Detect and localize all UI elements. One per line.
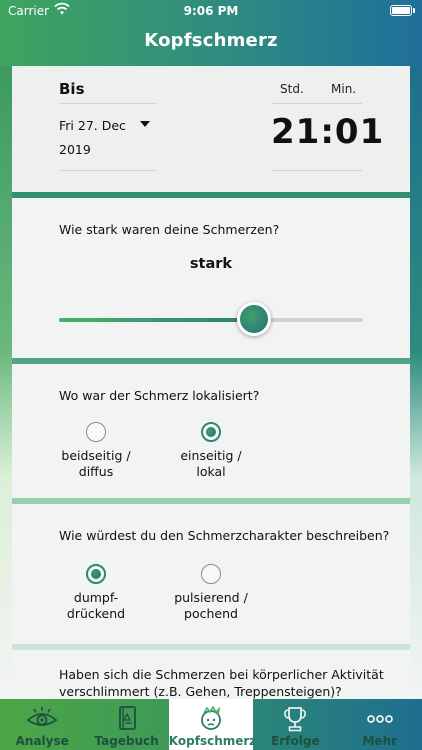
option-label-line: diffus xyxy=(78,464,114,479)
character-option-dull[interactable]: dumpf- drückend xyxy=(41,564,151,622)
option-label-line: drückend xyxy=(66,606,126,621)
option-label-line: pulsierend / xyxy=(174,590,248,605)
pain-strength-card: Wie stark waren deine Schmerzen? stark xyxy=(12,198,410,358)
eye-icon xyxy=(0,705,84,733)
activity-question-line: verschlimmert (z.B. Gehen, Treppensteige… xyxy=(59,684,342,699)
chevron-down-icon[interactable] xyxy=(140,121,150,127)
tab-erfolge[interactable]: Erfolge xyxy=(253,699,337,750)
tab-label: Kopfschmerz xyxy=(168,734,257,748)
pain-character-card: Wie würdest du den Schmerzcharakter besc… xyxy=(12,504,410,644)
battery-icon xyxy=(390,5,412,16)
trophy-icon xyxy=(253,705,337,733)
date-picker[interactable]: Fri 27. Dec 2019 xyxy=(59,114,126,162)
form-scroll-area[interactable]: Bis Fri 27. Dec 2019 Std. Min. 21:01 Wie… xyxy=(0,66,422,699)
activity-question-line: Haben sich die Schmerzen bei körperliche… xyxy=(59,667,384,682)
date-divider-top xyxy=(59,103,157,104)
option-label-line: beidseitig / xyxy=(61,448,131,463)
strength-slider-fill xyxy=(59,318,254,322)
end-date-card: Bis Fri 27. Dec 2019 Std. Min. 21:01 xyxy=(12,66,410,192)
strength-value-label: stark xyxy=(189,256,233,272)
activity-question: Haben sich die Schmerzen bei körperliche… xyxy=(59,666,384,699)
head-icon xyxy=(169,705,253,733)
strength-slider-thumb[interactable] xyxy=(236,302,271,336)
character-question: Wie würdest du den Schmerzcharakter besc… xyxy=(59,528,390,543)
time-divider-top xyxy=(271,103,362,104)
time-divider-bottom xyxy=(271,170,362,171)
radio-button[interactable] xyxy=(86,422,106,442)
minutes-label: Min. xyxy=(331,82,357,96)
location-option-bilateral[interactable]: beidseitig / diffus xyxy=(41,422,151,480)
book-icon xyxy=(84,705,168,733)
end-date-label: Bis xyxy=(59,80,85,98)
strength-question: Wie stark waren deine Schmerzen? xyxy=(59,222,280,237)
pain-location-card: Wo war der Schmerz lokalisiert? beidseit… xyxy=(12,364,410,498)
radio-button[interactable] xyxy=(86,564,106,584)
clock: 9:06 PM xyxy=(183,4,239,18)
more-icon xyxy=(338,705,422,733)
radio-button[interactable] xyxy=(201,564,221,584)
tab-bar: Analyse Tagebuch Kopfschmerz Erfolge Meh… xyxy=(0,699,422,750)
date-value: Fri 27. Dec xyxy=(59,118,126,133)
option-label-line: pochend xyxy=(184,606,238,621)
option-label: einseitig / lokal xyxy=(156,448,266,480)
status-bar: Carrier 9:06 PM xyxy=(0,0,422,22)
tab-mehr[interactable]: Mehr xyxy=(338,699,422,750)
option-label: pulsierend / pochend xyxy=(156,590,266,622)
tab-analyse[interactable]: Analyse xyxy=(0,699,84,750)
tab-label: Tagebuch xyxy=(94,734,159,748)
hours-label: Std. xyxy=(280,82,304,96)
strength-slider-track[interactable] xyxy=(59,318,363,322)
radio-button[interactable] xyxy=(201,422,221,442)
battery-tip xyxy=(413,8,415,13)
physical-activity-card: Haben sich die Schmerzen bei körperliche… xyxy=(12,650,410,699)
option-label: dumpf- drückend xyxy=(41,590,151,622)
date-divider-bottom xyxy=(59,170,157,171)
tab-kopfschmerz[interactable]: Kopfschmerz xyxy=(168,699,257,750)
header: Carrier 9:06 PM Kopfschmerz xyxy=(0,0,422,66)
option-label-line: dumpf- xyxy=(73,590,119,605)
option-label-line: lokal xyxy=(196,464,226,479)
tab-label: Analyse xyxy=(15,734,69,748)
time-picker[interactable]: 21:01 xyxy=(271,112,383,152)
option-label: beidseitig / diffus xyxy=(41,448,151,480)
option-label-line: einseitig / xyxy=(180,448,242,463)
tab-label: Erfolge xyxy=(271,734,320,748)
page-title: Kopfschmerz xyxy=(144,30,278,51)
year-value: 2019 xyxy=(59,142,91,157)
tab-tagebuch[interactable]: Tagebuch xyxy=(84,699,168,750)
character-option-pulsating[interactable]: pulsierend / pochend xyxy=(156,564,266,622)
location-question: Wo war der Schmerz lokalisiert? xyxy=(59,388,260,403)
tab-label: Mehr xyxy=(362,734,398,748)
location-option-unilateral[interactable]: einseitig / lokal xyxy=(156,422,266,480)
